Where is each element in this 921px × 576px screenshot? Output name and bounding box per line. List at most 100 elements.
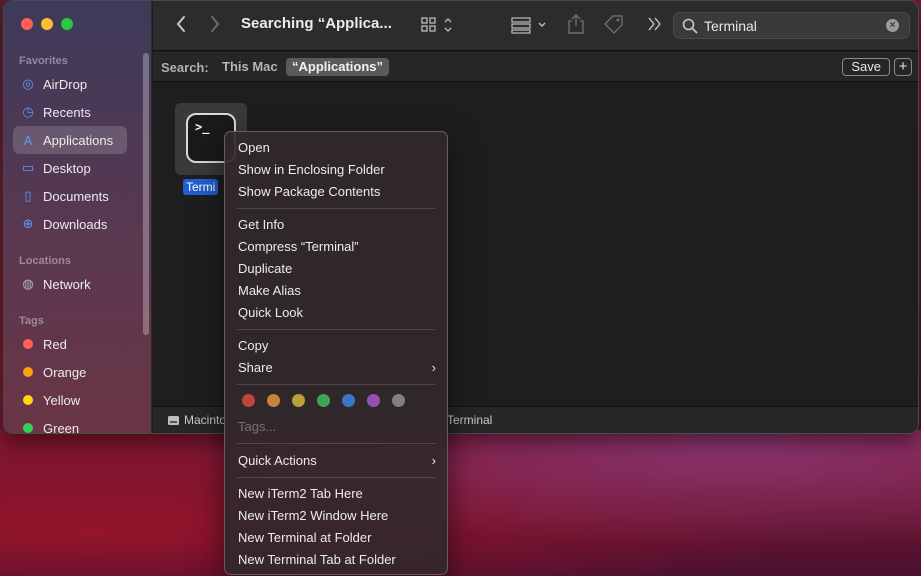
search-scope-bar: Search: This Mac “Applications” Save + xyxy=(153,52,918,82)
group-by-button[interactable] xyxy=(511,16,549,38)
search-input[interactable] xyxy=(704,17,874,34)
menu-item-new-iterm2-window[interactable]: New iTerm2 Window Here xyxy=(238,506,388,526)
document-icon: ▯ xyxy=(24,188,32,203)
tag-icon xyxy=(604,15,623,34)
path-segment-disk[interactable]: Macinto xyxy=(167,413,226,427)
red-tag-dot xyxy=(23,339,33,349)
tag-color-orange[interactable] xyxy=(267,394,280,407)
menu-item-copy[interactable]: Copy xyxy=(238,336,268,356)
path-segment-label: Terminal xyxy=(447,413,493,427)
menu-item-tags[interactable]: Tags... xyxy=(238,417,276,437)
desktop-icon: ▭ xyxy=(21,160,35,175)
share-icon xyxy=(568,14,584,34)
sidebar-item-label: Documents xyxy=(43,188,109,204)
tag-color-red[interactable] xyxy=(242,394,255,407)
menu-item-new-terminal-at-folder[interactable]: New Terminal at Folder xyxy=(238,528,371,548)
scope-applications-button[interactable]: “Applications” xyxy=(286,58,390,76)
menu-separator xyxy=(237,477,435,478)
chevron-right-icon: › xyxy=(431,453,436,468)
scope-this-mac-button[interactable]: This Mac xyxy=(216,58,284,76)
menu-item-make-alias[interactable]: Make Alias xyxy=(238,281,301,301)
search-scope-label: Search: xyxy=(161,60,209,75)
sidebar-tag-orange[interactable]: Orange xyxy=(13,358,127,386)
clock-icon: ◷ xyxy=(22,104,34,119)
sidebar-item-airdrop[interactable]: ◎ AirDrop xyxy=(13,70,127,98)
sidebar-tag-red[interactable]: Red xyxy=(13,330,127,358)
menu-item-quick-look[interactable]: Quick Look xyxy=(238,303,303,323)
menu-item-new-iterm2-tab[interactable]: New iTerm2 Tab Here xyxy=(238,484,363,504)
menu-item-new-terminal-tab-at-folder[interactable]: New Terminal Tab at Folder xyxy=(238,550,396,570)
sidebar-item-network[interactable]: ◍ Network xyxy=(13,270,127,298)
path-segment-terminal[interactable]: Terminal xyxy=(447,413,492,427)
menu-separator xyxy=(237,443,435,444)
menu-item-compress[interactable]: Compress “Terminal” xyxy=(238,237,359,257)
menu-item-show-package-contents[interactable]: Show Package Contents xyxy=(238,182,380,202)
finder-window: Favorites ◎ AirDrop ◷ Recents A Applicat… xyxy=(3,0,919,434)
airdrop-icon: ◎ xyxy=(22,76,34,91)
window-title: Searching “Applica... xyxy=(241,15,392,32)
clear-search-icon[interactable]: × xyxy=(886,19,899,32)
toolbar: Searching “Applica... Terminal × xyxy=(153,1,918,51)
menu-item-share[interactable]: Share › xyxy=(238,358,436,378)
locations-heading: Locations xyxy=(19,255,71,267)
chevron-right-icon xyxy=(211,16,220,32)
menu-item-open[interactable]: Open xyxy=(238,138,270,158)
context-menu: Open Show in Enclosing Folder Show Packa… xyxy=(224,131,448,575)
view-mode-button[interactable] xyxy=(421,16,453,38)
terminal-prompt: >_ xyxy=(195,120,210,134)
sidebar-item-label: Yellow xyxy=(43,392,81,408)
sidebar-item-label: Desktop xyxy=(43,160,91,176)
search-field[interactable]: × xyxy=(673,12,910,39)
tag-color-yellow[interactable] xyxy=(292,394,305,407)
green-tag-dot xyxy=(23,423,33,433)
window-controls xyxy=(21,18,73,30)
sidebar-item-recents[interactable]: ◷ Recents xyxy=(13,98,127,126)
tag-color-gray[interactable] xyxy=(392,394,405,407)
tag-color-green[interactable] xyxy=(317,394,330,407)
menu-item-quick-actions[interactable]: Quick Actions › xyxy=(238,451,436,471)
sidebar-item-applications[interactable]: A Applications xyxy=(13,126,127,154)
menu-item-label: Share xyxy=(238,360,273,375)
double-chevron-icon xyxy=(648,17,661,31)
close-window-button[interactable] xyxy=(21,18,33,30)
sidebar-item-desktop[interactable]: ▭ Desktop xyxy=(13,154,127,182)
minimize-window-button[interactable] xyxy=(41,18,53,30)
chevron-left-icon xyxy=(176,16,185,32)
save-search-button[interactable]: Save xyxy=(842,58,890,76)
add-criteria-button[interactable]: + xyxy=(894,58,912,76)
menu-item-duplicate[interactable]: Duplicate xyxy=(238,259,292,279)
zoom-window-button[interactable] xyxy=(61,18,73,30)
back-button[interactable] xyxy=(175,15,187,37)
sidebar-item-label: Recents xyxy=(43,104,91,120)
disk-icon xyxy=(168,415,179,425)
sidebar-tag-yellow[interactable]: Yellow xyxy=(13,386,127,414)
tag-color-blue[interactable] xyxy=(342,394,355,407)
share-button[interactable] xyxy=(567,13,585,39)
menu-separator xyxy=(237,329,435,330)
file-name-label[interactable]: Termi xyxy=(183,179,219,195)
menu-item-get-info[interactable]: Get Info xyxy=(238,215,284,235)
grid-view-icon xyxy=(421,17,452,32)
menu-separator xyxy=(237,208,435,209)
sidebar-item-downloads[interactable]: ⊕ Downloads xyxy=(13,210,127,238)
applications-icon: A xyxy=(23,132,33,148)
tag-color-purple[interactable] xyxy=(367,394,380,407)
search-icon xyxy=(682,18,698,34)
sidebar: Favorites ◎ AirDrop ◷ Recents A Applicat… xyxy=(4,1,152,434)
sidebar-item-label: AirDrop xyxy=(43,76,88,92)
forward-button[interactable] xyxy=(209,15,221,37)
sidebar-scrollbar[interactable] xyxy=(143,53,149,335)
sidebar-item-documents[interactable]: ▯ Documents xyxy=(13,182,127,210)
yellow-tag-dot xyxy=(23,395,33,405)
sidebar-tag-green[interactable]: Green xyxy=(13,414,127,434)
path-segment-label: Macinto xyxy=(184,413,227,427)
orange-tag-dot xyxy=(23,367,33,377)
tag-color-row xyxy=(242,394,405,407)
chevron-right-icon: › xyxy=(431,360,436,375)
sidebar-item-label: Green xyxy=(43,420,80,434)
tag-button[interactable] xyxy=(603,14,625,38)
group-icon xyxy=(511,17,546,34)
sidebar-item-label: Applications xyxy=(43,132,114,148)
more-toolbar-button[interactable] xyxy=(647,14,663,38)
menu-item-show-enclosing-folder[interactable]: Show in Enclosing Folder xyxy=(238,160,385,180)
